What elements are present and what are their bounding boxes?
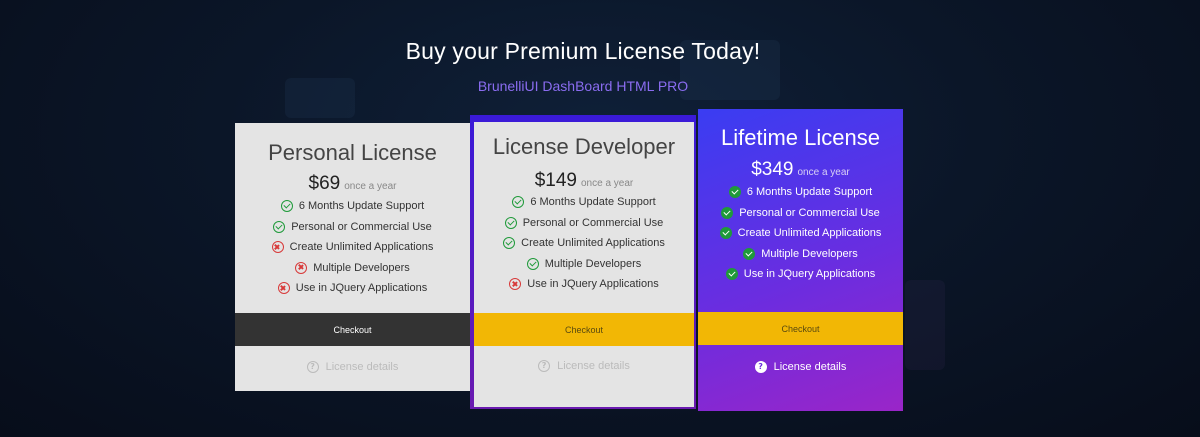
feature-label: 6 Months Update Support [298, 200, 425, 213]
feature-label: Personal or Commercial Use [739, 206, 880, 219]
feature-label: Multiple Developers [313, 261, 410, 274]
check-circle-icon [743, 247, 756, 260]
license-details-link[interactable]: ? License details [698, 361, 903, 373]
check-circle-icon [273, 220, 286, 233]
plan-price: $349 [751, 159, 794, 180]
x-circle-icon [277, 282, 290, 295]
plan-period: once a year [581, 178, 634, 189]
price-row: $69 once a year [235, 173, 470, 195]
plan-period: once a year [344, 181, 397, 192]
check-circle-icon [721, 206, 734, 219]
pricing-card-personal: Personal License $69 once a year 6 Months… [235, 123, 470, 391]
feature-label: 6 Months Update Support [746, 186, 873, 199]
feature-item: Create Unlimited Applications [698, 223, 903, 244]
card-body: License Developer $149 once a year 6 Mont… [474, 122, 694, 407]
plan-period: once a year [797, 167, 850, 178]
feature-item: Personal or Commercial Use [235, 217, 470, 238]
check-circle-icon [512, 196, 525, 209]
checkout-button[interactable]: Checkout [235, 313, 470, 346]
feature-label: Multiple Developers [761, 247, 858, 260]
feature-label: 6 Months Update Support [530, 196, 656, 209]
feature-item: Multiple Developers [474, 254, 694, 275]
pricing-card-developer: License Developer $149 once a year 6 Mont… [470, 115, 696, 409]
plan-name: License Developer [492, 134, 676, 159]
details-label: License details [325, 361, 399, 373]
feature-label: Use in JQuery Applications [527, 278, 659, 291]
price-row: $149 once a year [474, 170, 694, 192]
details-label: License details [773, 361, 847, 373]
question-circle-icon: ? [306, 361, 319, 373]
plan-price: $149 [534, 170, 577, 191]
feature-list: 6 Months Update Support Personal or Comm… [474, 192, 694, 295]
feature-item: Create Unlimited Applications [474, 233, 694, 254]
feature-item: Use in JQuery Applications [474, 274, 694, 295]
feature-item: Personal or Commercial Use [474, 213, 694, 234]
page-subtitle: BrunelliUI DashBoard HTML PRO [477, 78, 689, 94]
check-circle-icon [719, 227, 732, 240]
feature-item: Create Unlimited Applications [235, 237, 470, 258]
feature-label: Multiple Developers [544, 257, 642, 270]
page-title: Buy your Premium License Today! [405, 38, 761, 64]
feature-list: 6 Months Update Support Personal or Comm… [698, 182, 903, 285]
x-circle-icon [295, 261, 308, 274]
checkout-button[interactable]: Checkout [698, 312, 903, 345]
feature-label: Personal or Commercial Use [522, 216, 664, 229]
feature-item: 6 Months Update Support [474, 192, 694, 213]
feature-item: Multiple Developers [698, 244, 903, 265]
feature-item: 6 Months Update Support [235, 196, 470, 217]
feature-item: Multiple Developers [235, 258, 470, 279]
feature-label: Create Unlimited Applications [521, 237, 665, 250]
feature-label: Create Unlimited Applications [289, 241, 434, 254]
feature-label: Create Unlimited Applications [737, 227, 882, 240]
plan-name: Lifetime License [721, 125, 880, 150]
feature-item: Use in JQuery Applications [698, 264, 903, 285]
check-circle-icon [526, 257, 539, 270]
question-circle-icon: ? [538, 360, 551, 372]
license-details-link[interactable]: ? License details [474, 360, 694, 372]
license-details-link[interactable]: ? License details [235, 361, 470, 373]
checkout-button[interactable]: Checkout [474, 313, 694, 346]
x-circle-icon [271, 241, 284, 254]
plan-price: $69 [308, 173, 341, 194]
background-illustration [905, 280, 945, 370]
pricing-card-lifetime: Lifetime License $349 once a year 6 Month… [698, 109, 903, 411]
check-circle-icon [725, 268, 738, 281]
feature-item: Personal or Commercial Use [698, 203, 903, 224]
feature-list: 6 Months Update Support Personal or Comm… [235, 196, 470, 299]
x-circle-icon [509, 278, 522, 291]
feature-item: Use in JQuery Applications [235, 278, 470, 299]
check-circle-icon [280, 200, 293, 213]
feature-label: Use in JQuery Applications [295, 282, 428, 295]
check-circle-icon [503, 237, 516, 250]
price-row: $349 once a year [698, 159, 903, 181]
check-circle-icon [504, 216, 517, 229]
feature-label: Use in JQuery Applications [743, 268, 876, 281]
plan-name: Personal License [268, 140, 437, 165]
check-circle-icon [728, 186, 741, 199]
feature-label: Personal or Commercial Use [291, 220, 432, 233]
feature-item: 6 Months Update Support [698, 182, 903, 203]
question-circle-icon: ? [754, 361, 767, 373]
details-label: License details [557, 360, 630, 372]
